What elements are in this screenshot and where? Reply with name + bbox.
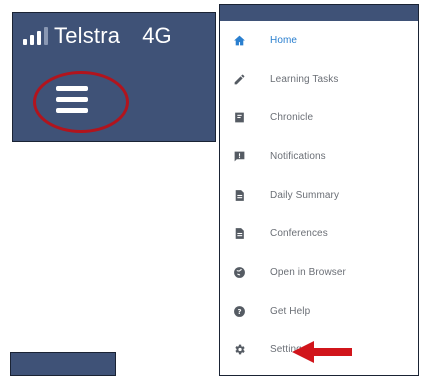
signal-strength-icon (23, 27, 48, 45)
menu-item-label: Daily Summary (270, 189, 340, 201)
menu-item-conferences[interactable]: Conferences (220, 214, 418, 253)
menu-item-get-help[interactable]: ? Get Help (220, 292, 418, 331)
menu-item-label: Notifications (270, 150, 326, 162)
network-type: 4G (142, 23, 172, 48)
globe-icon (232, 265, 246, 279)
menu-item-daily-summary[interactable]: Daily Summary (220, 176, 418, 215)
menu-item-label: Conferences (270, 228, 328, 240)
menu-item-open-in-browser[interactable]: Open in Browser (220, 253, 418, 292)
svg-text:?: ? (237, 307, 241, 316)
drawer-menu: Home Learning Tasks Chronicle Notificati… (220, 21, 418, 369)
menu-item-label: Get Help (270, 305, 311, 317)
highlight-circle (33, 71, 129, 133)
menu-item-home[interactable]: Home (220, 21, 418, 60)
status-bar: Telstra 4G (23, 21, 172, 51)
notification-icon (232, 149, 246, 163)
phone-header-crop: Telstra 4G (12, 12, 216, 142)
menu-item-label: Home (270, 34, 298, 46)
menu-item-settings[interactable]: Settings (220, 331, 418, 370)
menu-item-label: Open in Browser (270, 266, 346, 278)
help-icon: ? (232, 304, 246, 318)
menu-item-label: Learning Tasks (270, 73, 339, 85)
gear-icon (232, 343, 246, 357)
partial-header-fragment (10, 352, 116, 376)
menu-item-learning-tasks[interactable]: Learning Tasks (220, 60, 418, 99)
menu-item-chronicle[interactable]: Chronicle (220, 98, 418, 137)
document-icon (232, 227, 246, 241)
menu-item-notifications[interactable]: Notifications (220, 137, 418, 176)
navigation-drawer: Home Learning Tasks Chronicle Notificati… (219, 4, 419, 376)
carrier-name: Telstra (54, 23, 121, 48)
hamburger-menu-icon[interactable] (56, 86, 88, 114)
home-icon (232, 33, 246, 47)
drawer-header (220, 5, 418, 21)
document-icon (232, 188, 246, 202)
pointer-arrow-icon (292, 340, 352, 363)
book-icon (232, 111, 246, 125)
pencil-icon (232, 72, 246, 86)
menu-item-label: Chronicle (270, 112, 314, 124)
